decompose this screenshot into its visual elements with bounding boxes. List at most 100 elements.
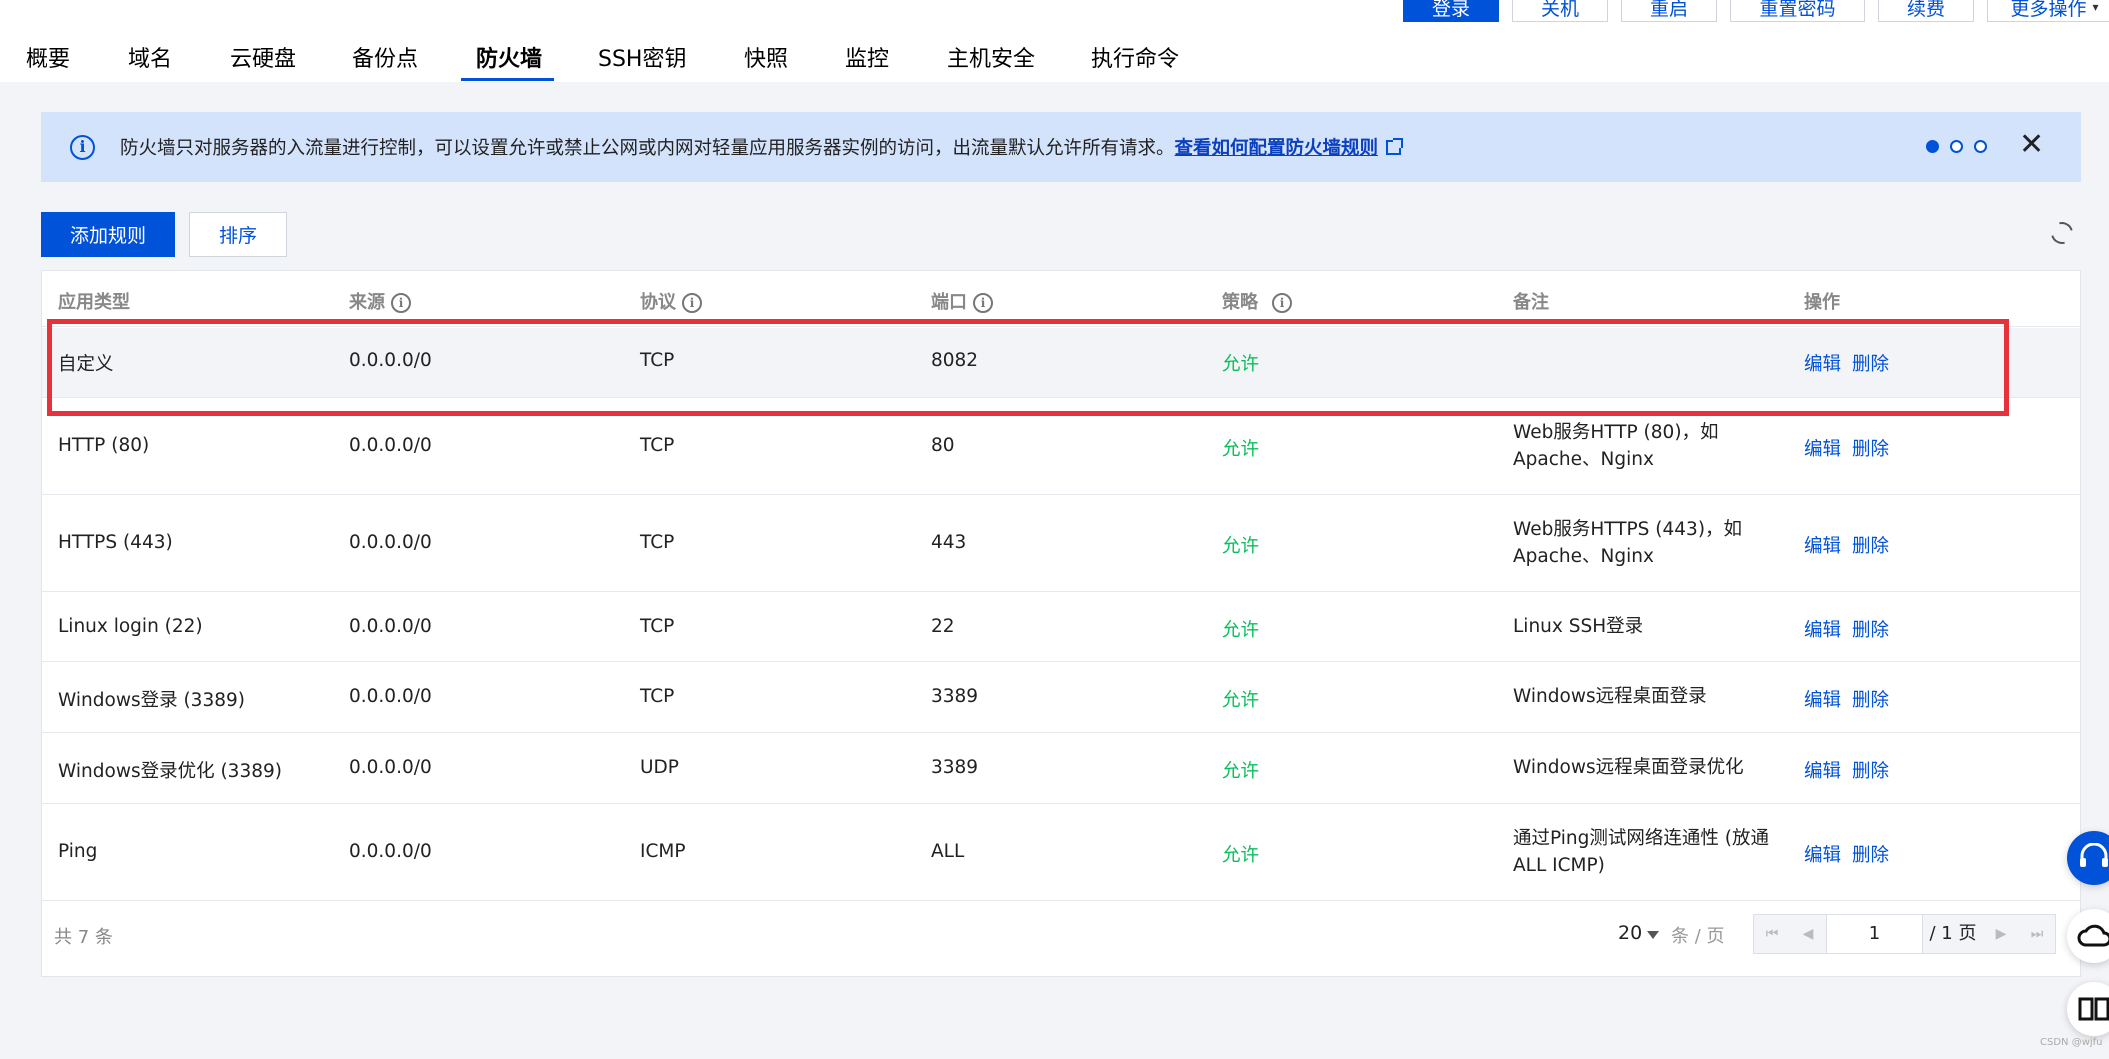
reset-password-button[interactable]: 重置密码 bbox=[1730, 0, 1865, 22]
cell-source: 0.0.0.0/0 bbox=[349, 350, 432, 371]
tab-monitoring[interactable]: 监控 bbox=[845, 36, 889, 82]
headset-icon bbox=[2080, 843, 2108, 867]
close-icon[interactable]: ✕ bbox=[2019, 130, 2044, 160]
edit-link[interactable]: 编辑 bbox=[1804, 841, 1841, 867]
tab-backup[interactable]: 备份点 bbox=[352, 36, 418, 82]
table-row: Windows登录优化 (3389) 0.0.0.0/0 UDP 3389 允许… bbox=[42, 733, 2080, 804]
tab-domain[interactable]: 域名 bbox=[128, 36, 172, 82]
page-size-select[interactable]: 20 bbox=[1618, 922, 1642, 944]
docs-button[interactable] bbox=[2067, 982, 2109, 1036]
info-icon[interactable]: i bbox=[682, 293, 702, 313]
delete-link[interactable]: 删除 bbox=[1852, 841, 1889, 867]
instance-actions: 登录 关机 重启 重置密码 续费 更多操作 ▾ bbox=[1403, 0, 2109, 22]
edit-link[interactable]: 编辑 bbox=[1804, 616, 1841, 642]
cell-source: 0.0.0.0/0 bbox=[349, 841, 432, 862]
cell-source: 0.0.0.0/0 bbox=[349, 686, 432, 707]
header-policy-label: 策略 bbox=[1222, 292, 1258, 313]
login-button[interactable]: 登录 bbox=[1403, 0, 1499, 22]
delete-link[interactable]: 删除 bbox=[1852, 435, 1889, 461]
header-port: 端口 i bbox=[931, 288, 993, 314]
header-policy: 策略 i bbox=[1222, 288, 1292, 314]
delete-link[interactable]: 删除 bbox=[1852, 757, 1889, 783]
cell-app: HTTPS (443) bbox=[58, 532, 173, 553]
header-note: 备注 bbox=[1513, 292, 1549, 313]
delete-link[interactable]: 删除 bbox=[1852, 616, 1889, 642]
chevron-down-icon: ▾ bbox=[2092, 0, 2099, 14]
info-banner: i 防火墙只对服务器的入流量进行控制，可以设置允许或禁止公网或内网对轻量应用服务… bbox=[41, 112, 2081, 182]
header-app-type: 应用类型 bbox=[58, 292, 130, 313]
table-row: Linux login (22) 0.0.0.0/0 TCP 22 允许 Lin… bbox=[42, 592, 2080, 662]
cloud-icon bbox=[2077, 924, 2109, 947]
cell-policy: 允许 bbox=[1222, 536, 1260, 557]
edit-link[interactable]: 编辑 bbox=[1804, 686, 1841, 712]
header-source: 来源 i bbox=[349, 288, 411, 314]
book-icon bbox=[2078, 997, 2109, 1021]
cell-app: Windows登录优化 (3389) bbox=[58, 761, 282, 782]
edit-link[interactable]: 编辑 bbox=[1804, 350, 1841, 376]
header-protocol-label: 协议 bbox=[640, 292, 676, 313]
cell-port: 22 bbox=[931, 616, 955, 637]
cell-port: 3389 bbox=[931, 686, 979, 707]
watermark: CSDN @wjfu bbox=[2040, 1037, 2103, 1048]
header-protocol: 协议 i bbox=[640, 288, 702, 314]
shutdown-button[interactable]: 关机 bbox=[1512, 0, 1608, 22]
delete-link[interactable]: 删除 bbox=[1852, 532, 1889, 558]
cell-policy: 允许 bbox=[1222, 620, 1260, 641]
more-actions-label: 更多操作 bbox=[2010, 0, 2087, 20]
tab-ssh-keys[interactable]: SSH密钥 bbox=[598, 36, 686, 82]
info-icon[interactable]: i bbox=[391, 293, 411, 313]
pagination: ⏮ ◀ 1 / 1 页 ▶ ⏭ bbox=[1753, 914, 2056, 954]
cell-protocol: TCP bbox=[640, 532, 675, 553]
tab-host-security[interactable]: 主机安全 bbox=[947, 36, 1035, 82]
cell-app: HTTP (80) bbox=[58, 435, 150, 456]
cell-port: ALL bbox=[931, 841, 965, 862]
chevron-down-icon[interactable] bbox=[1647, 931, 1659, 939]
tab-snapshot[interactable]: 快照 bbox=[744, 36, 788, 82]
cell-note: Windows远程桌面登录优化 bbox=[1513, 757, 1744, 778]
banner-dot-2[interactable] bbox=[1950, 140, 1963, 153]
tab-overview[interactable]: 概要 bbox=[26, 36, 70, 82]
header-actions: 操作 bbox=[1804, 292, 1840, 313]
restart-button[interactable]: 重启 bbox=[1621, 0, 1717, 22]
refresh-icon[interactable] bbox=[2046, 217, 2078, 249]
external-link-icon[interactable] bbox=[1386, 138, 1404, 155]
cell-port: 8082 bbox=[931, 350, 979, 371]
edit-link[interactable]: 编辑 bbox=[1804, 435, 1841, 461]
banner-message: 防火墙只对服务器的入流量进行控制，可以设置允许或禁止公网或内网对轻量应用服务器实… bbox=[120, 134, 1404, 160]
add-rule-button[interactable]: 添加规则 bbox=[41, 212, 175, 257]
cell-note: 通过Ping测试网络连通性 (放通ALL ICMP) bbox=[1513, 828, 1769, 876]
next-page-icon[interactable]: ▶ bbox=[1983, 915, 2019, 953]
cell-source: 0.0.0.0/0 bbox=[349, 757, 432, 778]
renew-button[interactable]: 续费 bbox=[1878, 0, 1974, 22]
firewall-help-link[interactable]: 查看如何配置防火墙规则 bbox=[1175, 138, 1379, 159]
cell-protocol: UDP bbox=[640, 757, 679, 778]
first-page-icon[interactable]: ⏮ bbox=[1754, 915, 1790, 953]
sort-button[interactable]: 排序 bbox=[189, 212, 287, 257]
page-number-input[interactable]: 1 bbox=[1826, 915, 1923, 953]
banner-dot-1[interactable] bbox=[1926, 140, 1939, 153]
cell-app: Linux login (22) bbox=[58, 616, 203, 637]
cell-policy: 允许 bbox=[1222, 354, 1260, 375]
edit-link[interactable]: 编辑 bbox=[1804, 532, 1841, 558]
cell-port: 3389 bbox=[931, 757, 979, 778]
info-icon[interactable]: i bbox=[1272, 293, 1292, 313]
banner-dot-3[interactable] bbox=[1974, 140, 1987, 153]
cell-app: Windows登录 (3389) bbox=[58, 690, 245, 711]
tab-cloud-disk[interactable]: 云硬盘 bbox=[230, 36, 296, 82]
banner-pager bbox=[1926, 140, 1987, 153]
edit-link[interactable]: 编辑 bbox=[1804, 757, 1841, 783]
delete-link[interactable]: 删除 bbox=[1852, 350, 1889, 376]
tab-firewall[interactable]: 防火墙 bbox=[476, 36, 542, 82]
tab-run-command[interactable]: 执行命令 bbox=[1091, 36, 1179, 82]
table-row: 自定义 0.0.0.0/0 TCP 8082 允许 编辑 删除 bbox=[42, 328, 2080, 398]
delete-link[interactable]: 删除 bbox=[1852, 686, 1889, 712]
cell-app: Ping bbox=[58, 841, 98, 862]
more-actions-button[interactable]: 更多操作 ▾ bbox=[1987, 0, 2109, 22]
info-icon[interactable]: i bbox=[973, 293, 993, 313]
cell-port: 80 bbox=[931, 435, 955, 456]
cell-protocol: ICMP bbox=[640, 841, 686, 862]
active-tab-indicator bbox=[461, 78, 554, 81]
last-page-icon[interactable]: ⏭ bbox=[2019, 915, 2055, 953]
cell-protocol: TCP bbox=[640, 686, 675, 707]
prev-page-icon[interactable]: ◀ bbox=[1790, 915, 1826, 953]
